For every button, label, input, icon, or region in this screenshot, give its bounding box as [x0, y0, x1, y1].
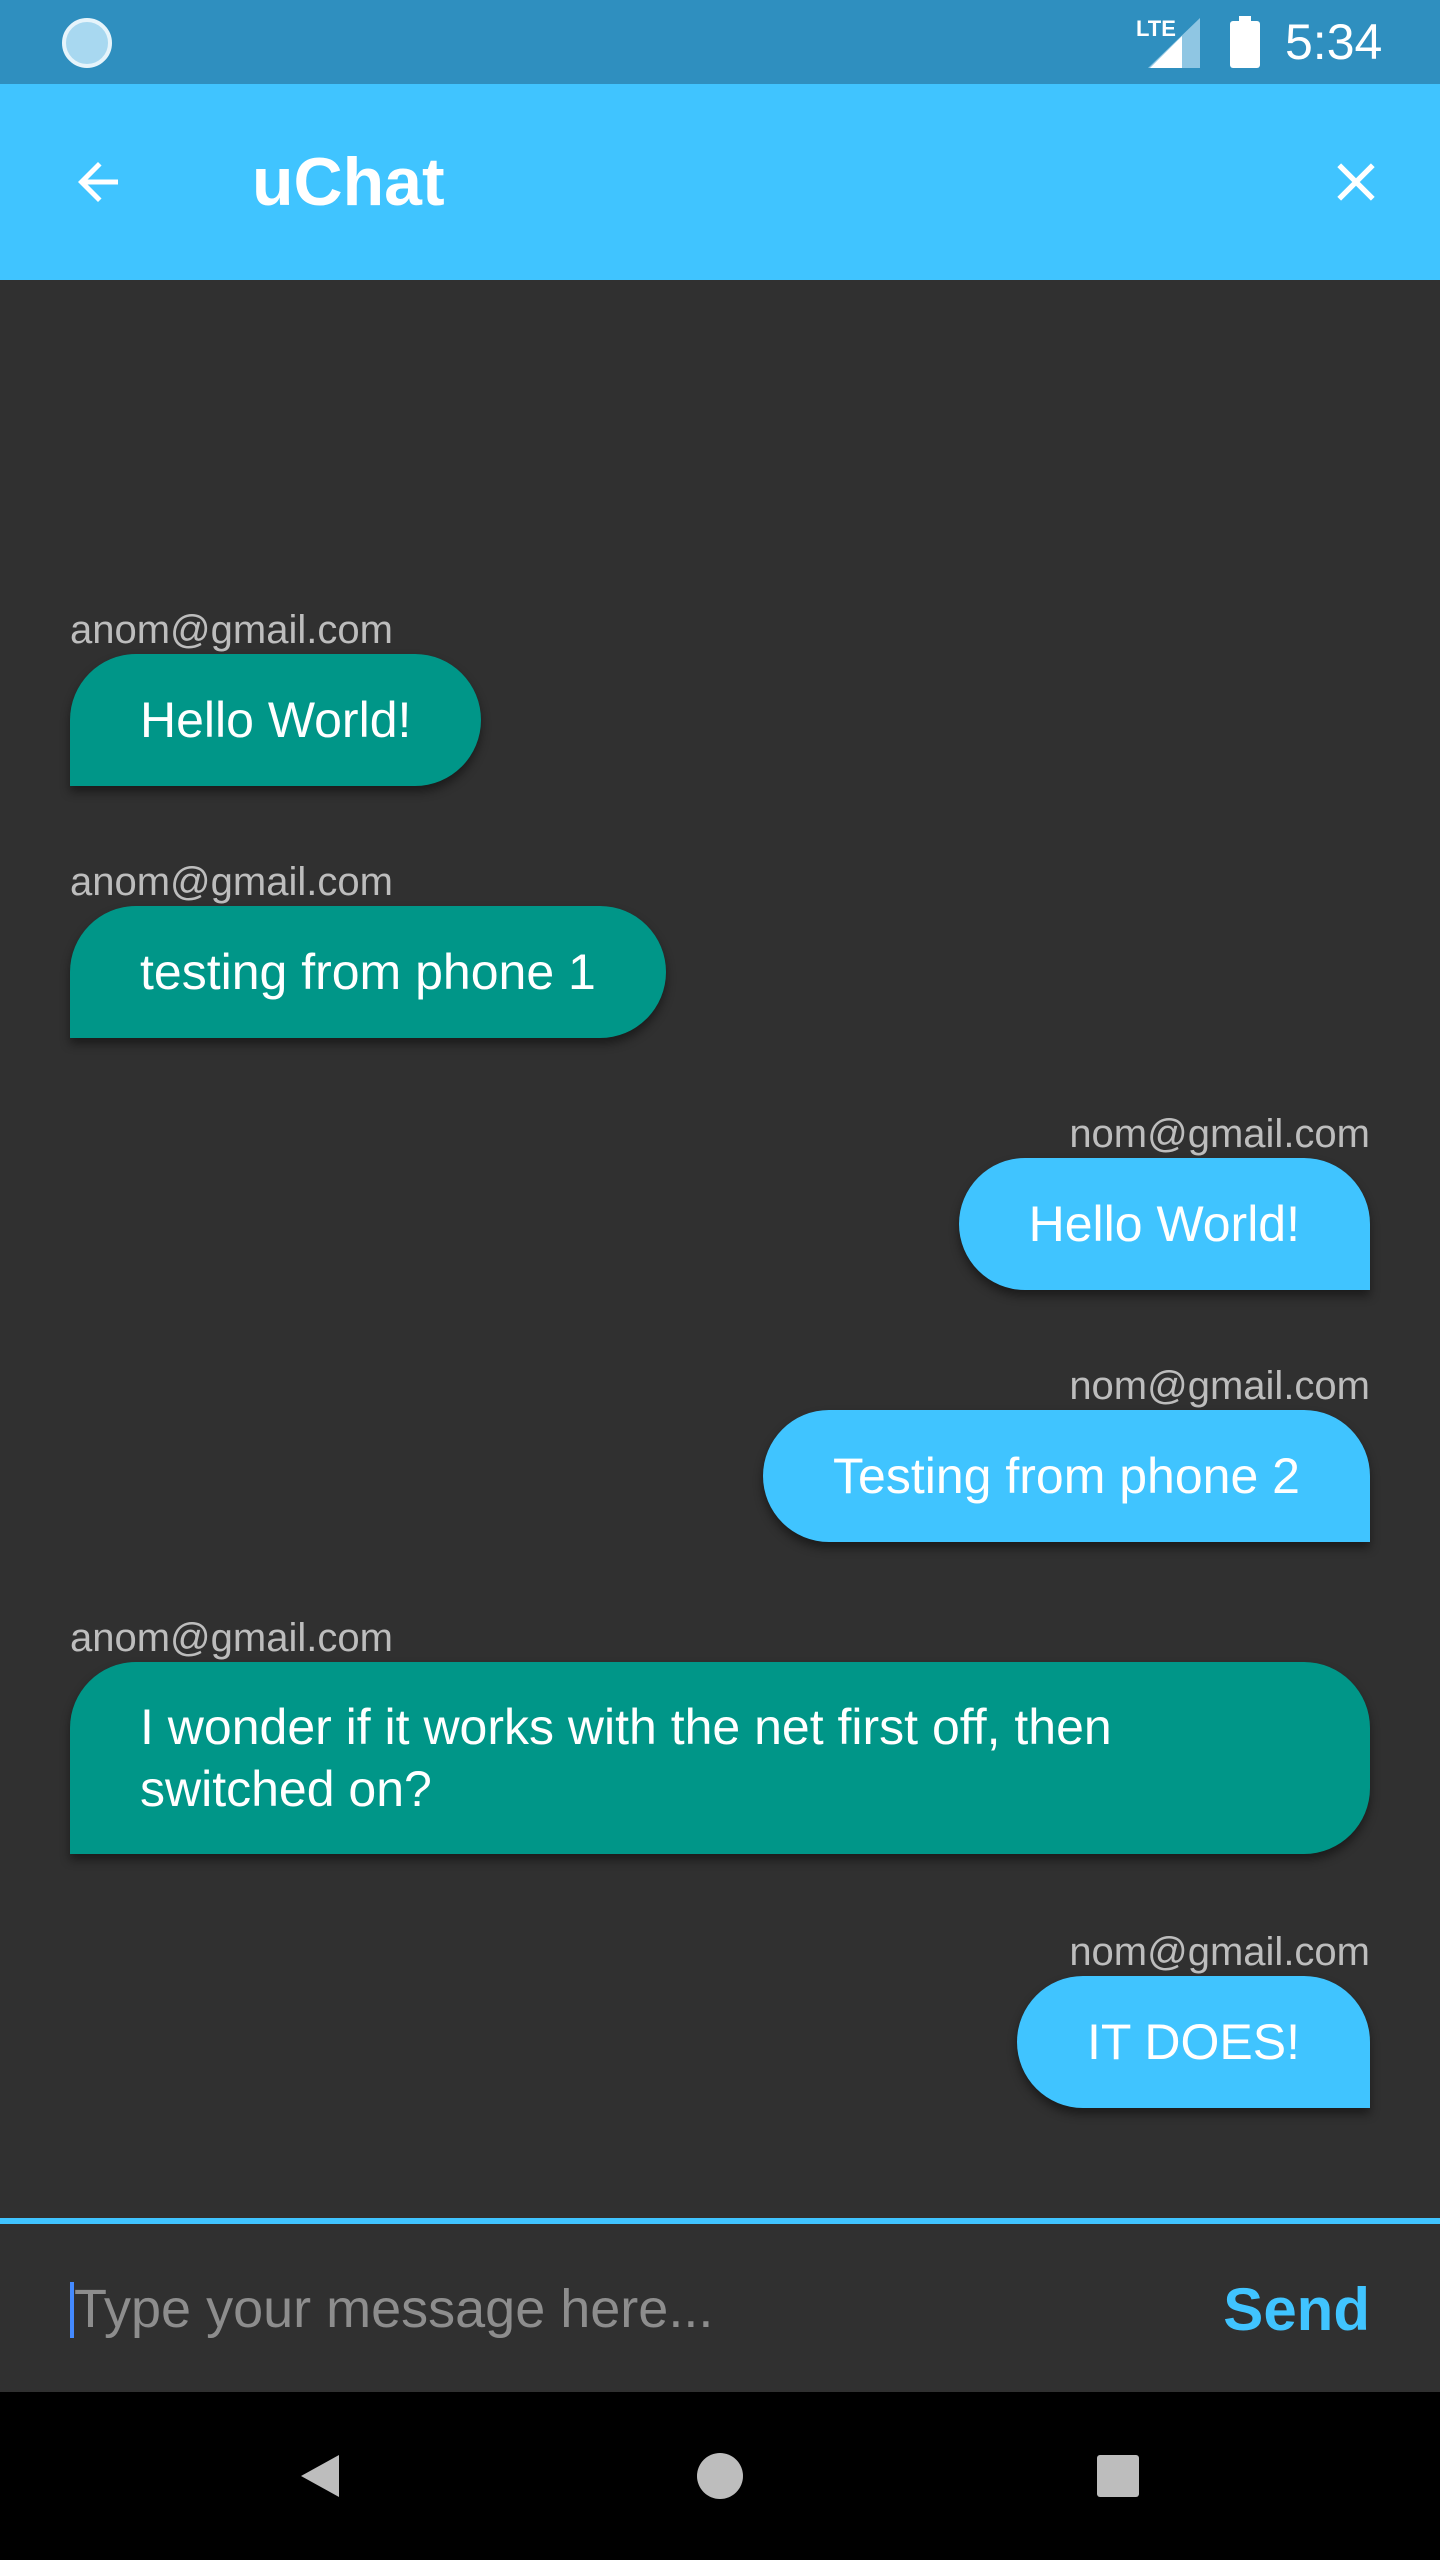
- back-button[interactable]: [56, 140, 140, 224]
- message-list[interactable]: anom@gmail.com Hello World! anom@gmail.c…: [0, 280, 1440, 2218]
- message-sender: anom@gmail.com: [70, 860, 393, 904]
- message-input[interactable]: [70, 2264, 1150, 2354]
- circle-home-icon: [697, 2453, 743, 2499]
- message-sender: anom@gmail.com: [70, 608, 393, 652]
- arrow-back-icon: [78, 162, 118, 202]
- close-icon: [1337, 163, 1375, 201]
- list-item: anom@gmail.com testing from phone 1: [70, 858, 1370, 1038]
- status-bar: LTE 5:34: [0, 0, 1440, 84]
- sync-icon: [62, 18, 112, 68]
- message-bubble: Testing from phone 2: [763, 1410, 1370, 1542]
- message-bubble: testing from phone 1: [70, 906, 666, 1038]
- message-bubble: Hello World!: [70, 654, 482, 786]
- list-item: nom@gmail.com Testing from phone 2: [70, 1362, 1370, 1542]
- list-item: anom@gmail.com Hello World!: [70, 606, 1370, 786]
- page-title: uChat: [252, 144, 445, 220]
- clock-time: 5:34: [1285, 14, 1383, 70]
- message-sender: nom@gmail.com: [1069, 1930, 1370, 1974]
- send-button[interactable]: Send: [1200, 2264, 1370, 2354]
- nav-back-button[interactable]: [280, 2436, 360, 2516]
- list-item: nom@gmail.com Hello World!: [70, 1110, 1370, 1290]
- triangle-back-icon: [301, 2455, 339, 2497]
- close-button[interactable]: [1314, 140, 1398, 224]
- battery-icon: [1230, 16, 1260, 68]
- list-item: anom@gmail.com I wonder if it works with…: [70, 1614, 1370, 1854]
- message-sender: anom@gmail.com: [70, 1616, 393, 1660]
- message-sender: nom@gmail.com: [1069, 1364, 1370, 1408]
- list-item: nom@gmail.com IT DOES!: [70, 1928, 1370, 2108]
- message-bubble: I wonder if it works with the net first …: [70, 1662, 1370, 1854]
- square-recents-icon: [1097, 2455, 1139, 2497]
- nav-home-button[interactable]: [680, 2436, 760, 2516]
- signal-icon: [1148, 18, 1200, 68]
- message-composer: Send: [0, 2224, 1440, 2392]
- app-bar: uChat: [0, 84, 1440, 280]
- system-nav-bar: [0, 2392, 1440, 2560]
- nav-recents-button[interactable]: [1078, 2436, 1158, 2516]
- message-sender: nom@gmail.com: [1069, 1112, 1370, 1156]
- message-bubble: IT DOES!: [1016, 1976, 1370, 2108]
- message-bubble: Hello World!: [958, 1158, 1370, 1290]
